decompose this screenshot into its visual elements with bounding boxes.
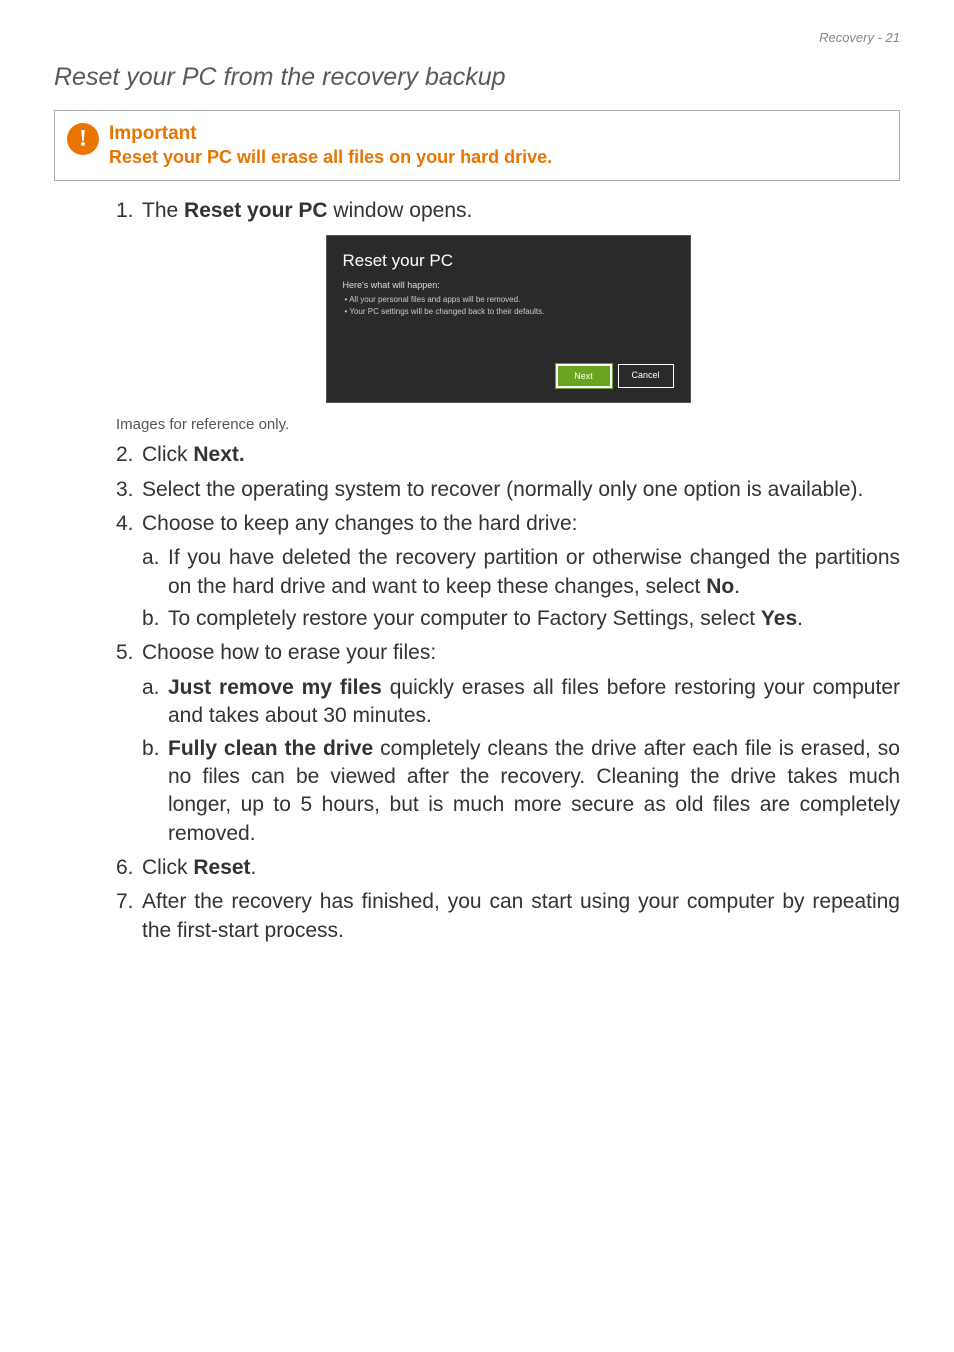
bold-text: Yes [761,607,797,630]
dialog-title: Reset your PC [343,250,674,273]
dialog-screenshot: Reset your PC Here's what will happen: •… [116,235,900,403]
text: The [142,199,184,222]
step-num: 4. [116,510,142,538]
text: Click [142,443,193,466]
step-4a: a. If you have deleted the recovery part… [142,544,900,601]
step-5a: a. Just remove my files quickly erases a… [142,674,900,731]
step-num: 2. [116,441,142,469]
text: window opens. [328,199,473,222]
bold-text: No [706,575,734,598]
step-7: 7. After the recovery has finished, you … [116,888,900,945]
substep-num: a. [142,544,168,601]
dialog-buttons: Next Cancel [343,364,674,388]
dialog-bullets: • All your personal files and apps will … [343,295,674,318]
bold-text: Just remove my files [168,676,382,699]
text: . [251,856,257,879]
step-2: 2. Click Next. [116,441,900,469]
step-num: 3. [116,476,142,504]
step-5b: b. Fully clean the drive completely clea… [142,735,900,848]
callout-content: Important Reset your PC will erase all f… [109,123,887,168]
step-6: 6. Click Reset. [116,854,900,882]
section-title: Reset your PC from the recovery backup [54,63,900,92]
substep-body: To completely restore your computer to F… [168,605,900,633]
step-body: Click Reset. [142,854,900,882]
callout-title: Important [109,123,887,145]
step-num: 7. [116,888,142,945]
substep-num: a. [142,674,168,731]
substep-num: b. [142,735,168,848]
text: If you have deleted the recovery partiti… [168,546,900,597]
cancel-button[interactable]: Cancel [618,364,674,388]
image-caption: Images for reference only. [116,415,900,435]
next-button[interactable]: Next [556,364,612,388]
bold-text: Next. [193,443,244,466]
substep-body: If you have deleted the recovery partiti… [168,544,900,601]
step-body: After the recovery has finished, you can… [142,888,900,945]
text: To completely restore your computer to F… [168,607,761,630]
substep-body: Just remove my files quickly erases all … [168,674,900,731]
step-5: 5. Choose how to erase your files: [116,639,900,667]
step-4: 4. Choose to keep any changes to the har… [116,510,900,538]
substep-body: Fully clean the drive completely cleans … [168,735,900,848]
bold-text: Reset your PC [184,199,328,222]
text: . [797,607,803,630]
step-num: 1. [116,197,142,225]
text: . [734,575,740,598]
step-num: 5. [116,639,142,667]
important-callout: ! Important Reset your PC will erase all… [54,110,900,181]
step-1: 1. The Reset your PC window opens. [116,197,900,225]
callout-text: Reset your PC will erase all files on yo… [109,147,887,168]
steps-content: 1. The Reset your PC window opens. Reset… [54,197,900,945]
substep-num: b. [142,605,168,633]
step-body: Choose to keep any changes to the hard d… [142,510,900,538]
step-body: Select the operating system to recover (… [142,476,900,504]
step-4b: b. To completely restore your computer t… [142,605,900,633]
page-header: Recovery - 21 [54,30,900,45]
step-body: Choose how to erase your files: [142,639,900,667]
step-num: 6. [116,854,142,882]
step-body: The Reset your PC window opens. [142,197,900,225]
reset-pc-dialog: Reset your PC Here's what will happen: •… [326,235,691,403]
dialog-subtitle: Here's what will happen: [343,279,674,291]
document-page: Recovery - 21 Reset your PC from the rec… [0,0,954,1011]
alert-icon: ! [67,123,99,155]
text: Click [142,856,193,879]
bullet-1: • All your personal files and apps will … [345,295,674,306]
bold-text: Reset [193,856,250,879]
step-body: Click Next. [142,441,900,469]
step-3: 3. Select the operating system to recove… [116,476,900,504]
bold-text: Fully clean the drive [168,737,373,760]
bullet-2: • Your PC settings will be changed back … [345,307,674,318]
